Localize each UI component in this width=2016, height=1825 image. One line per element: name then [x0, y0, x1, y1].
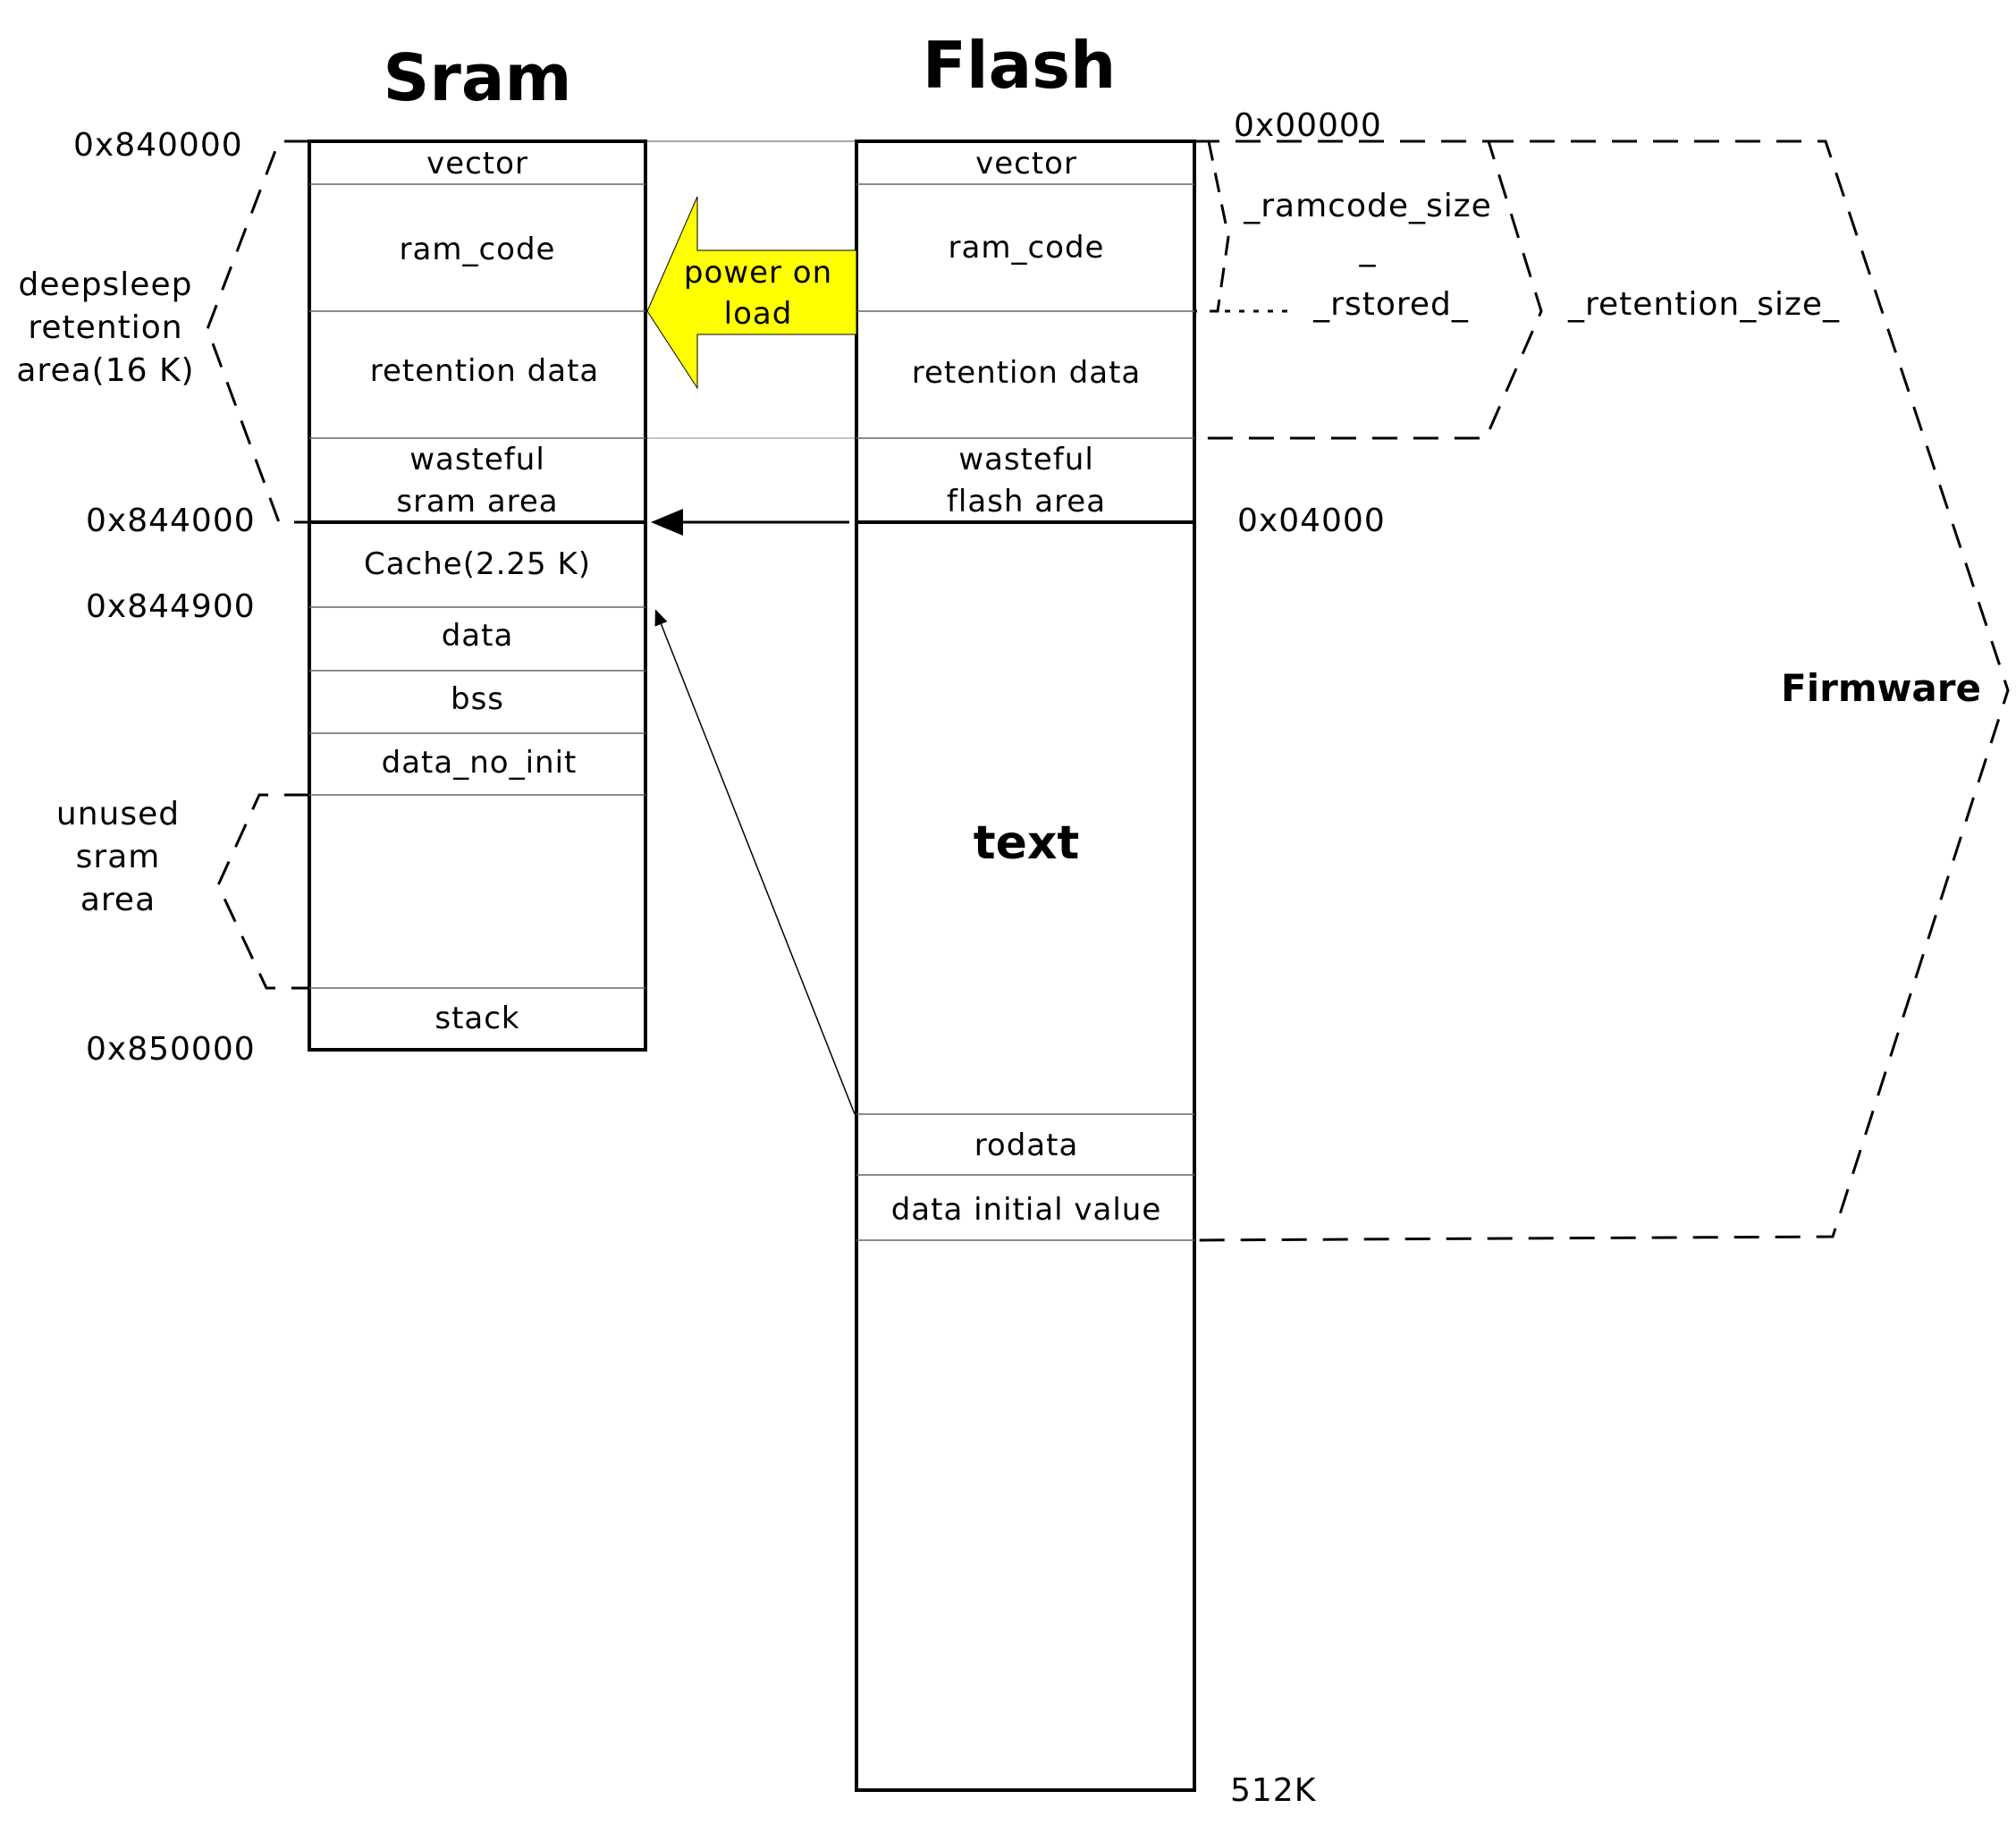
sram-address-start: 0x840000	[73, 127, 243, 164]
unused-label-line1: unused	[56, 796, 180, 832]
flash-section-retention-data: retention data	[912, 355, 1141, 391]
memory-map-diagram: Sram Flash vector ram_code retention dat…	[16, 28, 2010, 1809]
sram-section-cache: Cache(2.25 K)	[364, 546, 591, 582]
sram-section-wasteful: wasteful	[409, 442, 545, 477]
sram-section-stack: stack	[434, 1001, 519, 1036]
unused-label-line3: area	[80, 882, 156, 918]
unused-area-bracket	[216, 793, 309, 990]
unused-label-line2: sram	[76, 839, 161, 875]
flash-section-vector: vector	[975, 146, 1077, 182]
underscore-label: _	[1359, 231, 1377, 267]
arrow-label-line1: power on	[684, 255, 832, 291]
flash-section-text: text	[974, 816, 1080, 870]
flash-column: vector ram_code retention data wasteful …	[855, 139, 1196, 1792]
sram-section-data-no-init: data_no_init	[382, 745, 578, 781]
rstored-label: _rstored_	[1312, 286, 1469, 323]
sram-section-data: data	[442, 618, 514, 654]
power-on-load-arrow	[646, 196, 857, 390]
retention-label-line1: deepsleep	[19, 266, 193, 303]
sram-section-vector: vector	[426, 146, 528, 182]
flash-address-start: 0x00000	[1234, 107, 1382, 144]
retention-size-label: _retention_size_	[1567, 286, 1840, 323]
sram-address-end: 0x850000	[86, 1031, 256, 1068]
flash-section-rodata: rodata	[974, 1128, 1079, 1163]
sram-section-retention-data: retention data	[370, 353, 599, 389]
flash-section-wasteful: wasteful	[958, 442, 1094, 477]
retention-label-line3: area(16 K)	[16, 352, 194, 389]
sram-column: vector ram_code retention data wasteful …	[308, 139, 647, 1052]
retention-label-line2: retention	[28, 309, 182, 346]
flash-address-04000: 0x04000	[1237, 503, 1386, 539]
sram-address-844900: 0x844900	[86, 588, 256, 625]
sram-address-844000: 0x844000	[86, 503, 256, 539]
flash-section-flash-area: flash area	[947, 484, 1106, 520]
sram-section-bss: bss	[451, 681, 504, 717]
sram-box	[308, 139, 647, 1052]
sram-title: Sram	[384, 40, 572, 115]
ramcode-size-label: _ramcode_size	[1243, 188, 1492, 224]
flash-size-label: 512K	[1230, 1772, 1317, 1809]
arrow-label-line2: load	[724, 296, 793, 332]
ramcode-size-bracket	[1196, 140, 1230, 313]
sram-section-ram-code: ram_code	[400, 232, 556, 267]
retention-area-bracket	[206, 139, 309, 524]
flash-section-ram-code: ram_code	[949, 230, 1105, 266]
sram-section-sram-area: sram area	[396, 484, 558, 520]
flash-title: Flash	[923, 28, 1117, 103]
flash-section-data-initial-value: data initial value	[891, 1192, 1162, 1228]
firmware-label: Firmware	[1781, 666, 1981, 710]
data-init-arrow	[654, 609, 856, 1115]
